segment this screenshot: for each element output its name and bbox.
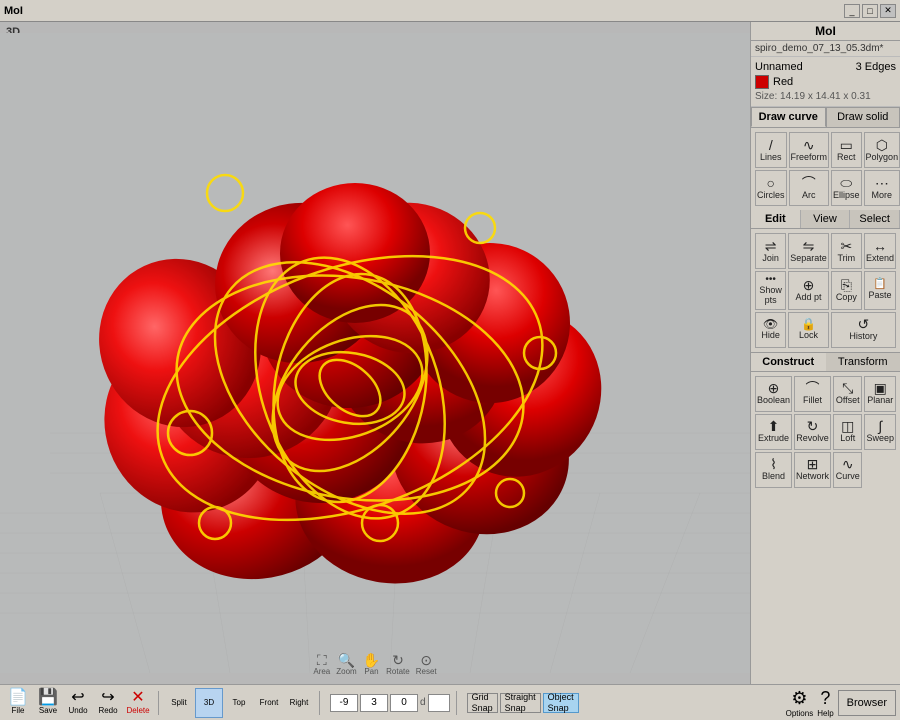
- ellipse-tool[interactable]: ⬭ Ellipse: [831, 170, 862, 206]
- separator-3: [456, 691, 457, 715]
- history-tool[interactable]: ↺ History: [831, 312, 896, 348]
- minimize-button[interactable]: _: [844, 4, 860, 18]
- paste-tool[interactable]: 📋 Paste: [864, 271, 896, 310]
- draw-solid-tab[interactable]: Draw solid: [826, 107, 900, 127]
- arc-tool[interactable]: ⌒ Arc: [789, 170, 830, 206]
- more-tool[interactable]: ⋯ More: [864, 170, 900, 206]
- object-size: Size: 14.19 x 14.41 x 0.31: [755, 91, 896, 102]
- trim-tool[interactable]: ✂ Trim: [831, 233, 862, 269]
- help-button[interactable]: ? Help: [817, 688, 833, 718]
- construct-tab[interactable]: Construct: [751, 353, 826, 371]
- blend-tool[interactable]: ⌇ Blend: [755, 452, 792, 488]
- edit-tools: ⇌ Join ⇋ Separate ✂ Trim ↔ Extend •••: [751, 229, 900, 352]
- boolean-tool[interactable]: ⊕ Boolean: [755, 376, 792, 412]
- area-nav-button[interactable]: ⛶ Area: [313, 653, 330, 676]
- separator-1: [158, 691, 159, 715]
- object-name: Unnamed: [755, 61, 803, 73]
- copy-tool[interactable]: ⎘ Copy: [831, 271, 862, 310]
- help-label: Help: [817, 709, 833, 718]
- draw-curve-tab[interactable]: Draw curve: [751, 107, 826, 127]
- hide-tool[interactable]: 👁 Hide: [755, 312, 786, 348]
- pan-nav-button[interactable]: ✋ Pan: [363, 653, 380, 676]
- show-pts-tool[interactable]: ••• Show pts: [755, 271, 786, 310]
- 3d-view-button[interactable]: 3D: [195, 688, 223, 718]
- z-coord-input[interactable]: [390, 694, 418, 712]
- viewport-nav: ⛶ Area 🔍 Zoom ✋ Pan ↻ Rotate ⊙ Reset: [313, 653, 436, 676]
- network-tool[interactable]: ⊞ Network: [794, 452, 831, 488]
- loft-tool[interactable]: ◫ Loft: [833, 414, 862, 450]
- options-button[interactable]: ⚙ Options: [786, 688, 814, 718]
- sweep-tool[interactable]: ∫ Sweep: [864, 414, 896, 450]
- rotate-nav-button[interactable]: ↻ Rotate: [386, 653, 410, 676]
- snap-section: Grid Snap Straight Snap Object Snap: [467, 693, 579, 713]
- draw-curve-tools: / Lines ∿ Freeform ▭ Rect ⬡ Polygon: [751, 128, 900, 210]
- right-view-button[interactable]: Right: [285, 688, 313, 718]
- delete-button[interactable]: ✕ Delete: [124, 688, 152, 718]
- view-buttons: Split 3D Top Front Right: [165, 688, 313, 718]
- app-title: MoI: [4, 5, 23, 17]
- polygon-tool[interactable]: ⬡ Polygon: [864, 132, 900, 168]
- y-coord-input[interactable]: [360, 694, 388, 712]
- close-button[interactable]: ✕: [880, 4, 896, 18]
- view-tab[interactable]: View: [801, 210, 851, 228]
- d-label: d: [420, 697, 426, 708]
- save-button[interactable]: 💾 Save: [34, 688, 62, 718]
- object-snap-button[interactable]: Object Snap: [543, 693, 579, 713]
- extend-tool[interactable]: ↔ Extend: [864, 233, 896, 269]
- top-view-button[interactable]: Top: [225, 688, 253, 718]
- right-bottom-tools: ⚙ Options ? Help Browser: [786, 688, 896, 718]
- select-tab[interactable]: Select: [850, 210, 900, 228]
- file-name: spiro_demo_07_13_05.3dm*: [751, 41, 900, 57]
- app-name: MoI: [751, 22, 900, 41]
- browser-button[interactable]: Browser: [838, 690, 896, 716]
- front-view-button[interactable]: Front: [255, 688, 283, 718]
- options-label: Options: [786, 709, 814, 718]
- fillet-tool[interactable]: ⌒ Fillet: [794, 376, 831, 412]
- lines-tool[interactable]: / Lines: [755, 132, 787, 168]
- x-coord-input[interactable]: [330, 694, 358, 712]
- redo-button[interactable]: ↪ Redo: [94, 688, 122, 718]
- color-swatch[interactable]: [755, 75, 769, 89]
- undo-button[interactable]: ↩ Undo: [64, 688, 92, 718]
- object-edges: 3 Edges: [856, 61, 896, 73]
- lock-tool[interactable]: 🔒 Lock: [788, 312, 829, 348]
- planar-tool[interactable]: ▣ Planar: [864, 376, 896, 412]
- file-button[interactable]: 📄 File: [4, 688, 32, 718]
- object-info-panel: Unnamed 3 Edges Red Size: 14.19 x 14.41 …: [751, 57, 900, 107]
- extrude-tool[interactable]: ⬆ Extrude: [755, 414, 792, 450]
- freeform-tool[interactable]: ∿ Freeform: [789, 132, 830, 168]
- maximize-button[interactable]: □: [862, 4, 878, 18]
- curve-construct-tool[interactable]: ∿ Curve: [833, 452, 862, 488]
- separate-tool[interactable]: ⇋ Separate: [788, 233, 829, 269]
- construct-tools: ⊕ Boolean ⌒ Fillet ⤡ Offset ▣ Planar ⬆: [751, 372, 900, 492]
- zoom-nav-button[interactable]: 🔍 Zoom: [336, 653, 356, 676]
- offset-tool[interactable]: ⤡ Offset: [833, 376, 862, 412]
- grid-snap-button[interactable]: Grid Snap: [467, 693, 498, 713]
- revolve-tool[interactable]: ↻ Revolve: [794, 414, 831, 450]
- add-pt-tool[interactable]: ⊕ Add pt: [788, 271, 829, 310]
- reset-nav-button[interactable]: ⊙ Reset: [416, 653, 437, 676]
- separator-2: [319, 691, 320, 715]
- 3d-scene[interactable]: [0, 22, 750, 684]
- d-coord-input[interactable]: [428, 694, 450, 712]
- join-tool[interactable]: ⇌ Join: [755, 233, 786, 269]
- edit-tab[interactable]: Edit: [751, 210, 801, 228]
- rect-tool[interactable]: ▭ Rect: [831, 132, 862, 168]
- transform-tab[interactable]: Transform: [826, 353, 900, 371]
- straight-snap-button[interactable]: Straight Snap: [500, 693, 541, 713]
- circles-tool[interactable]: ○ Circles: [755, 170, 787, 206]
- split-view-button[interactable]: Split: [165, 688, 193, 718]
- file-tools: 📄 File 💾 Save ↩ Undo ↪ Redo ✕ Delete: [4, 688, 152, 718]
- coordinate-inputs: d: [330, 694, 450, 712]
- color-name: Red: [773, 76, 793, 88]
